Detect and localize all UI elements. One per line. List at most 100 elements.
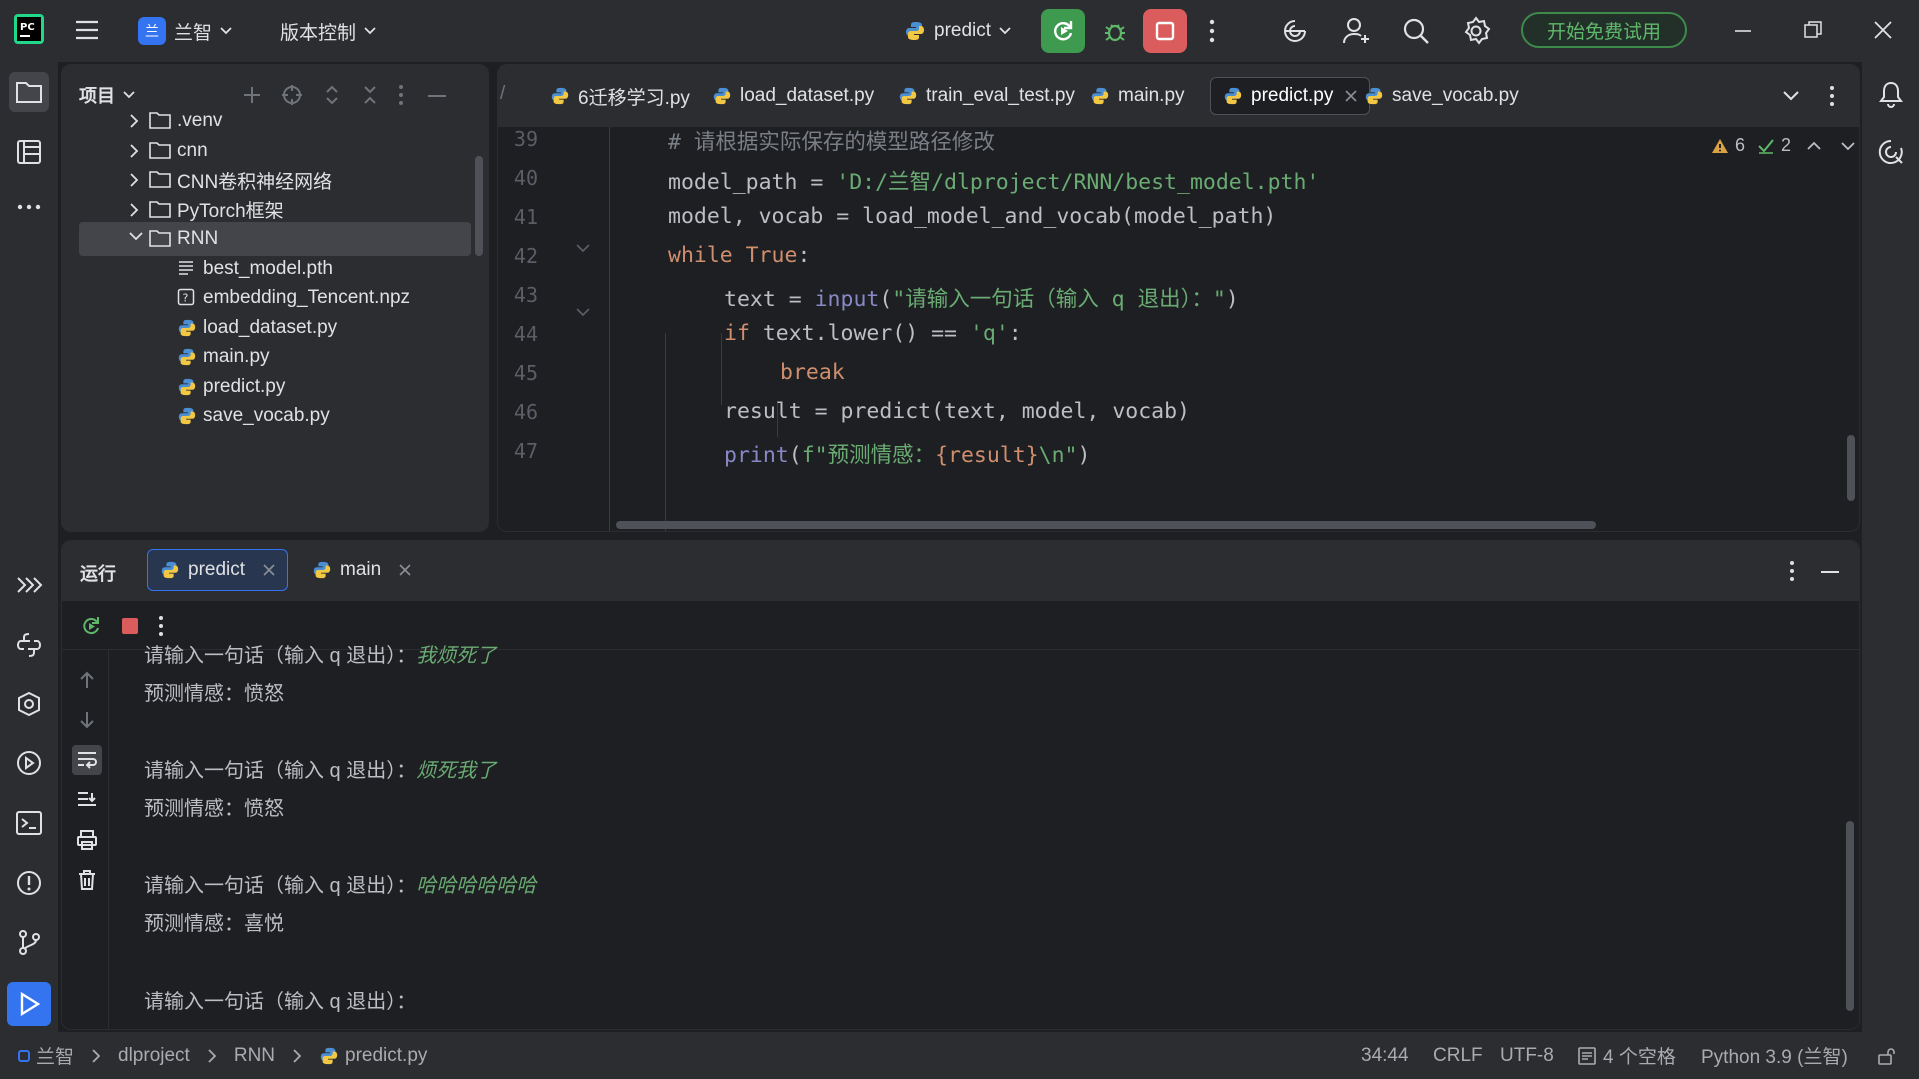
run-config-selector[interactable]: predict <box>904 0 1011 62</box>
stop-button[interactable] <box>1143 9 1187 53</box>
collapse-all-icon[interactable] <box>359 84 381 106</box>
hide-panel-icon[interactable] <box>427 94 447 98</box>
problems-icon[interactable] <box>9 863 49 903</box>
chevron-down-icon[interactable] <box>129 232 143 242</box>
line-separator[interactable]: CRLF <box>1433 1032 1483 1079</box>
line-number: 46 <box>513 400 538 424</box>
panel-options-icon[interactable] <box>397 84 405 106</box>
chevron-right-icon[interactable] <box>129 143 139 158</box>
inspection-widget[interactable]: 6 2 <box>1711 135 1855 156</box>
python-console-icon[interactable] <box>9 625 49 665</box>
code-line-45[interactable]: break <box>780 360 845 385</box>
close-tab-icon[interactable] <box>263 564 275 576</box>
keyword-token: if <box>724 321 763 346</box>
locate-file-icon[interactable] <box>281 84 303 106</box>
ai-chat-icon[interactable] <box>1871 132 1911 172</box>
code-line-46[interactable]: result = predict(text, model, vocab) <box>724 399 1190 424</box>
editor-vertical-scrollbar[interactable] <box>1847 435 1855 501</box>
project-switcher[interactable]: 兰 兰智 <box>138 0 232 62</box>
breadcrumb-item[interactable]: RNN <box>234 1045 275 1067</box>
project-scrollbar[interactable] <box>475 156 483 256</box>
close-window-icon[interactable] <box>1874 21 1892 39</box>
code-line-42[interactable]: while True: <box>668 243 810 268</box>
code-line-39[interactable]: # 请根据实际保存的模型路径修改 <box>668 125 995 156</box>
breadcrumb-item[interactable]: predict.py <box>345 1045 427 1067</box>
services-icon[interactable] <box>9 743 49 783</box>
run-tab[interactable]: predict <box>147 549 289 591</box>
run-options-icon[interactable] <box>1788 560 1796 582</box>
hide-run-panel-icon[interactable] <box>1820 570 1840 574</box>
terminal-icon[interactable] <box>9 803 49 843</box>
tab-list-chevron-icon[interactable] <box>1783 91 1799 101</box>
chevron-up-icon[interactable] <box>1807 141 1821 151</box>
search-icon[interactable] <box>1402 17 1430 45</box>
editor-tab[interactable]: main.py <box>1090 77 1185 115</box>
notifications-bell-icon[interactable] <box>1871 74 1911 114</box>
code-line-41[interactable]: model, vocab = load_model_and_vocab(mode… <box>668 204 1276 229</box>
editor-tab[interactable]: load_dataset.py <box>712 77 874 115</box>
print-icon[interactable] <box>72 825 102 855</box>
rerun-icon[interactable] <box>80 615 102 637</box>
expand-tools-icon[interactable] <box>9 565 49 605</box>
console-scrollbar[interactable] <box>1846 821 1854 1011</box>
file-encoding[interactable]: UTF-8 <box>1500 1032 1554 1079</box>
trash-icon[interactable] <box>72 865 102 895</box>
code-line-40[interactable]: model_path = 'D:/兰智/dlproject/RNN/best_m… <box>668 165 1319 196</box>
fold-icon[interactable] <box>575 243 591 253</box>
tree-item[interactable]: save_vocab.py <box>79 399 471 433</box>
run-tool-icon[interactable] <box>7 982 51 1026</box>
debug-button[interactable] <box>1093 9 1137 53</box>
main-menu-icon[interactable] <box>74 18 100 42</box>
tree-item-label: cnn <box>177 139 208 161</box>
new-file-icon[interactable] <box>241 84 263 106</box>
start-free-trial-button[interactable]: 开始免费试用 <box>1521 12 1687 48</box>
scroll-down-icon[interactable] <box>72 705 102 735</box>
console-output[interactable]: 请输入一句话（输入 q 退出）：我烦死了 预测情感：愤怒 请输入一句话（输入 q 退… <box>122 645 1822 1029</box>
soft-wrap-icon[interactable] <box>72 745 102 775</box>
structure-tool-icon[interactable] <box>9 132 49 172</box>
string-literal: \n" <box>1038 443 1078 468</box>
editor-horizontal-scrollbar[interactable] <box>616 521 1596 529</box>
close-tab-icon[interactable] <box>399 564 411 576</box>
stop-process-icon[interactable] <box>121 617 139 635</box>
breadcrumb-item[interactable]: 兰智 <box>36 1042 74 1069</box>
git-icon[interactable] <box>9 922 49 962</box>
rerun-button[interactable] <box>1041 9 1085 53</box>
tab-options-icon[interactable] <box>1828 85 1836 107</box>
ai-assistant-icon[interactable] <box>1281 17 1309 45</box>
chevron-right-icon[interactable] <box>129 173 139 187</box>
code-line-47[interactable]: print(f"预测情感：{result}\n") <box>724 438 1090 469</box>
editor-tab[interactable]: predict.py <box>1210 77 1371 115</box>
editor-tab[interactable]: save_vocab.py <box>1364 77 1519 115</box>
caret-position[interactable]: 34:44 <box>1361 1032 1409 1079</box>
chevron-right-icon[interactable] <box>129 114 139 128</box>
console-text: 预测情感：愤怒 <box>144 798 284 820</box>
more-tools-icon[interactable] <box>9 187 49 227</box>
chevron-right-icon[interactable] <box>129 202 139 217</box>
code-token: : <box>1008 321 1022 346</box>
scroll-to-end-icon[interactable] <box>72 785 102 815</box>
run-tab[interactable]: main <box>312 549 411 591</box>
project-tool-icon[interactable] <box>9 72 49 112</box>
python-interpreter[interactable]: Python 3.9 (兰智) <box>1701 1032 1848 1079</box>
scroll-up-icon[interactable] <box>72 665 102 695</box>
fold-icon[interactable] <box>575 307 591 317</box>
close-tab-icon[interactable] <box>1345 90 1357 102</box>
breadcrumb-item[interactable]: dlproject <box>118 1045 190 1067</box>
lock-open-icon[interactable] <box>1876 1032 1896 1079</box>
vcs-menu[interactable]: 版本控制 <box>280 0 376 62</box>
add-user-icon[interactable] <box>1341 16 1371 46</box>
code-line-44[interactable]: if text.lower() == 'q': <box>724 321 1022 346</box>
indent-settings[interactable]: 4 个空格 <box>1577 1032 1676 1079</box>
restore-window-icon[interactable] <box>1804 21 1822 39</box>
expand-all-icon[interactable] <box>321 84 343 106</box>
editor-tab[interactable]: 6迁移学习.py <box>550 77 690 115</box>
chevron-down-icon[interactable] <box>1841 141 1855 151</box>
minimize-icon[interactable] <box>1734 29 1752 33</box>
more-run-actions-icon[interactable] <box>157 615 165 637</box>
editor-tab[interactable]: train_eval_test.py <box>898 77 1075 115</box>
settings-gear-icon[interactable] <box>1461 16 1491 46</box>
more-actions-icon[interactable] <box>1208 18 1216 44</box>
python-packages-icon[interactable] <box>9 684 49 724</box>
code-line-43[interactable]: text = input("请输入一句话（输入 q 退出）：") <box>724 282 1239 313</box>
